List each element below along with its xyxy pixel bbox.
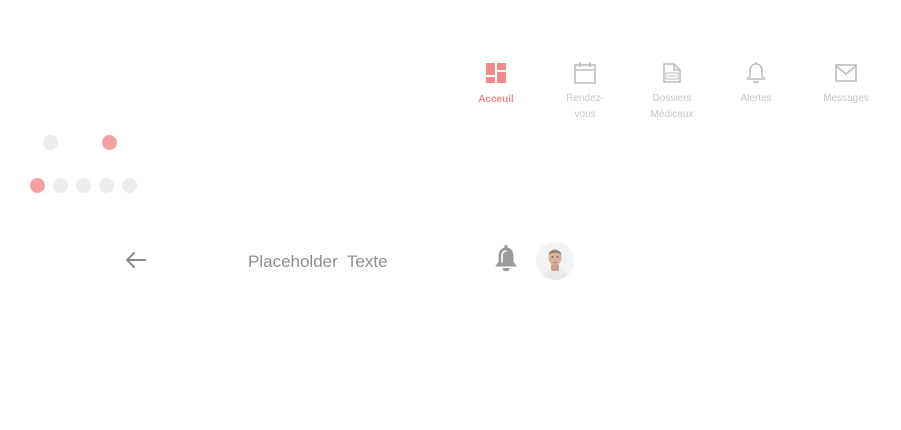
toggle-dot-active[interactable] xyxy=(102,135,117,150)
bell-icon xyxy=(493,244,519,279)
bell-outline-icon xyxy=(743,60,769,86)
page-dot[interactable] xyxy=(122,178,137,193)
nav-item-alertes[interactable]: Alertes xyxy=(716,60,796,107)
nav-label-messages: Messages xyxy=(823,93,869,104)
page-dot-active[interactable] xyxy=(30,178,45,193)
back-button[interactable] xyxy=(122,249,150,275)
nav-item-rendez-vous[interactable]: Rendez- vous xyxy=(545,60,625,123)
top-navigation: Acceuil Rendez- vous Dossiers Médicaux A… xyxy=(0,0,901,120)
nav-item-accueil[interactable]: Acceuil xyxy=(456,60,536,108)
nav-label-rendez-vous: Rendez- vous xyxy=(566,93,604,120)
nav-label-accueil: Acceuil xyxy=(478,94,514,105)
dashboard-icon xyxy=(483,60,509,86)
page-dot[interactable] xyxy=(53,178,68,193)
page-dot[interactable] xyxy=(99,178,114,193)
medical-folder-icon xyxy=(659,60,685,86)
nav-label-alertes: Alertes xyxy=(740,93,772,104)
page-title: Placeholder Texte xyxy=(248,252,388,271)
notifications-button[interactable] xyxy=(492,244,520,279)
envelope-icon xyxy=(833,60,859,86)
nav-item-dossiers-medicaux[interactable]: Dossiers Médicaux xyxy=(632,60,712,123)
avatar[interactable] xyxy=(536,242,574,280)
nav-item-messages[interactable]: Messages xyxy=(806,60,886,107)
page-dot[interactable] xyxy=(76,178,91,193)
arrow-left-icon xyxy=(124,250,148,275)
nav-label-dossiers-medicaux: Dossiers Médicaux xyxy=(650,93,694,120)
calendar-icon xyxy=(572,60,598,86)
toggle-dot[interactable] xyxy=(43,135,58,150)
